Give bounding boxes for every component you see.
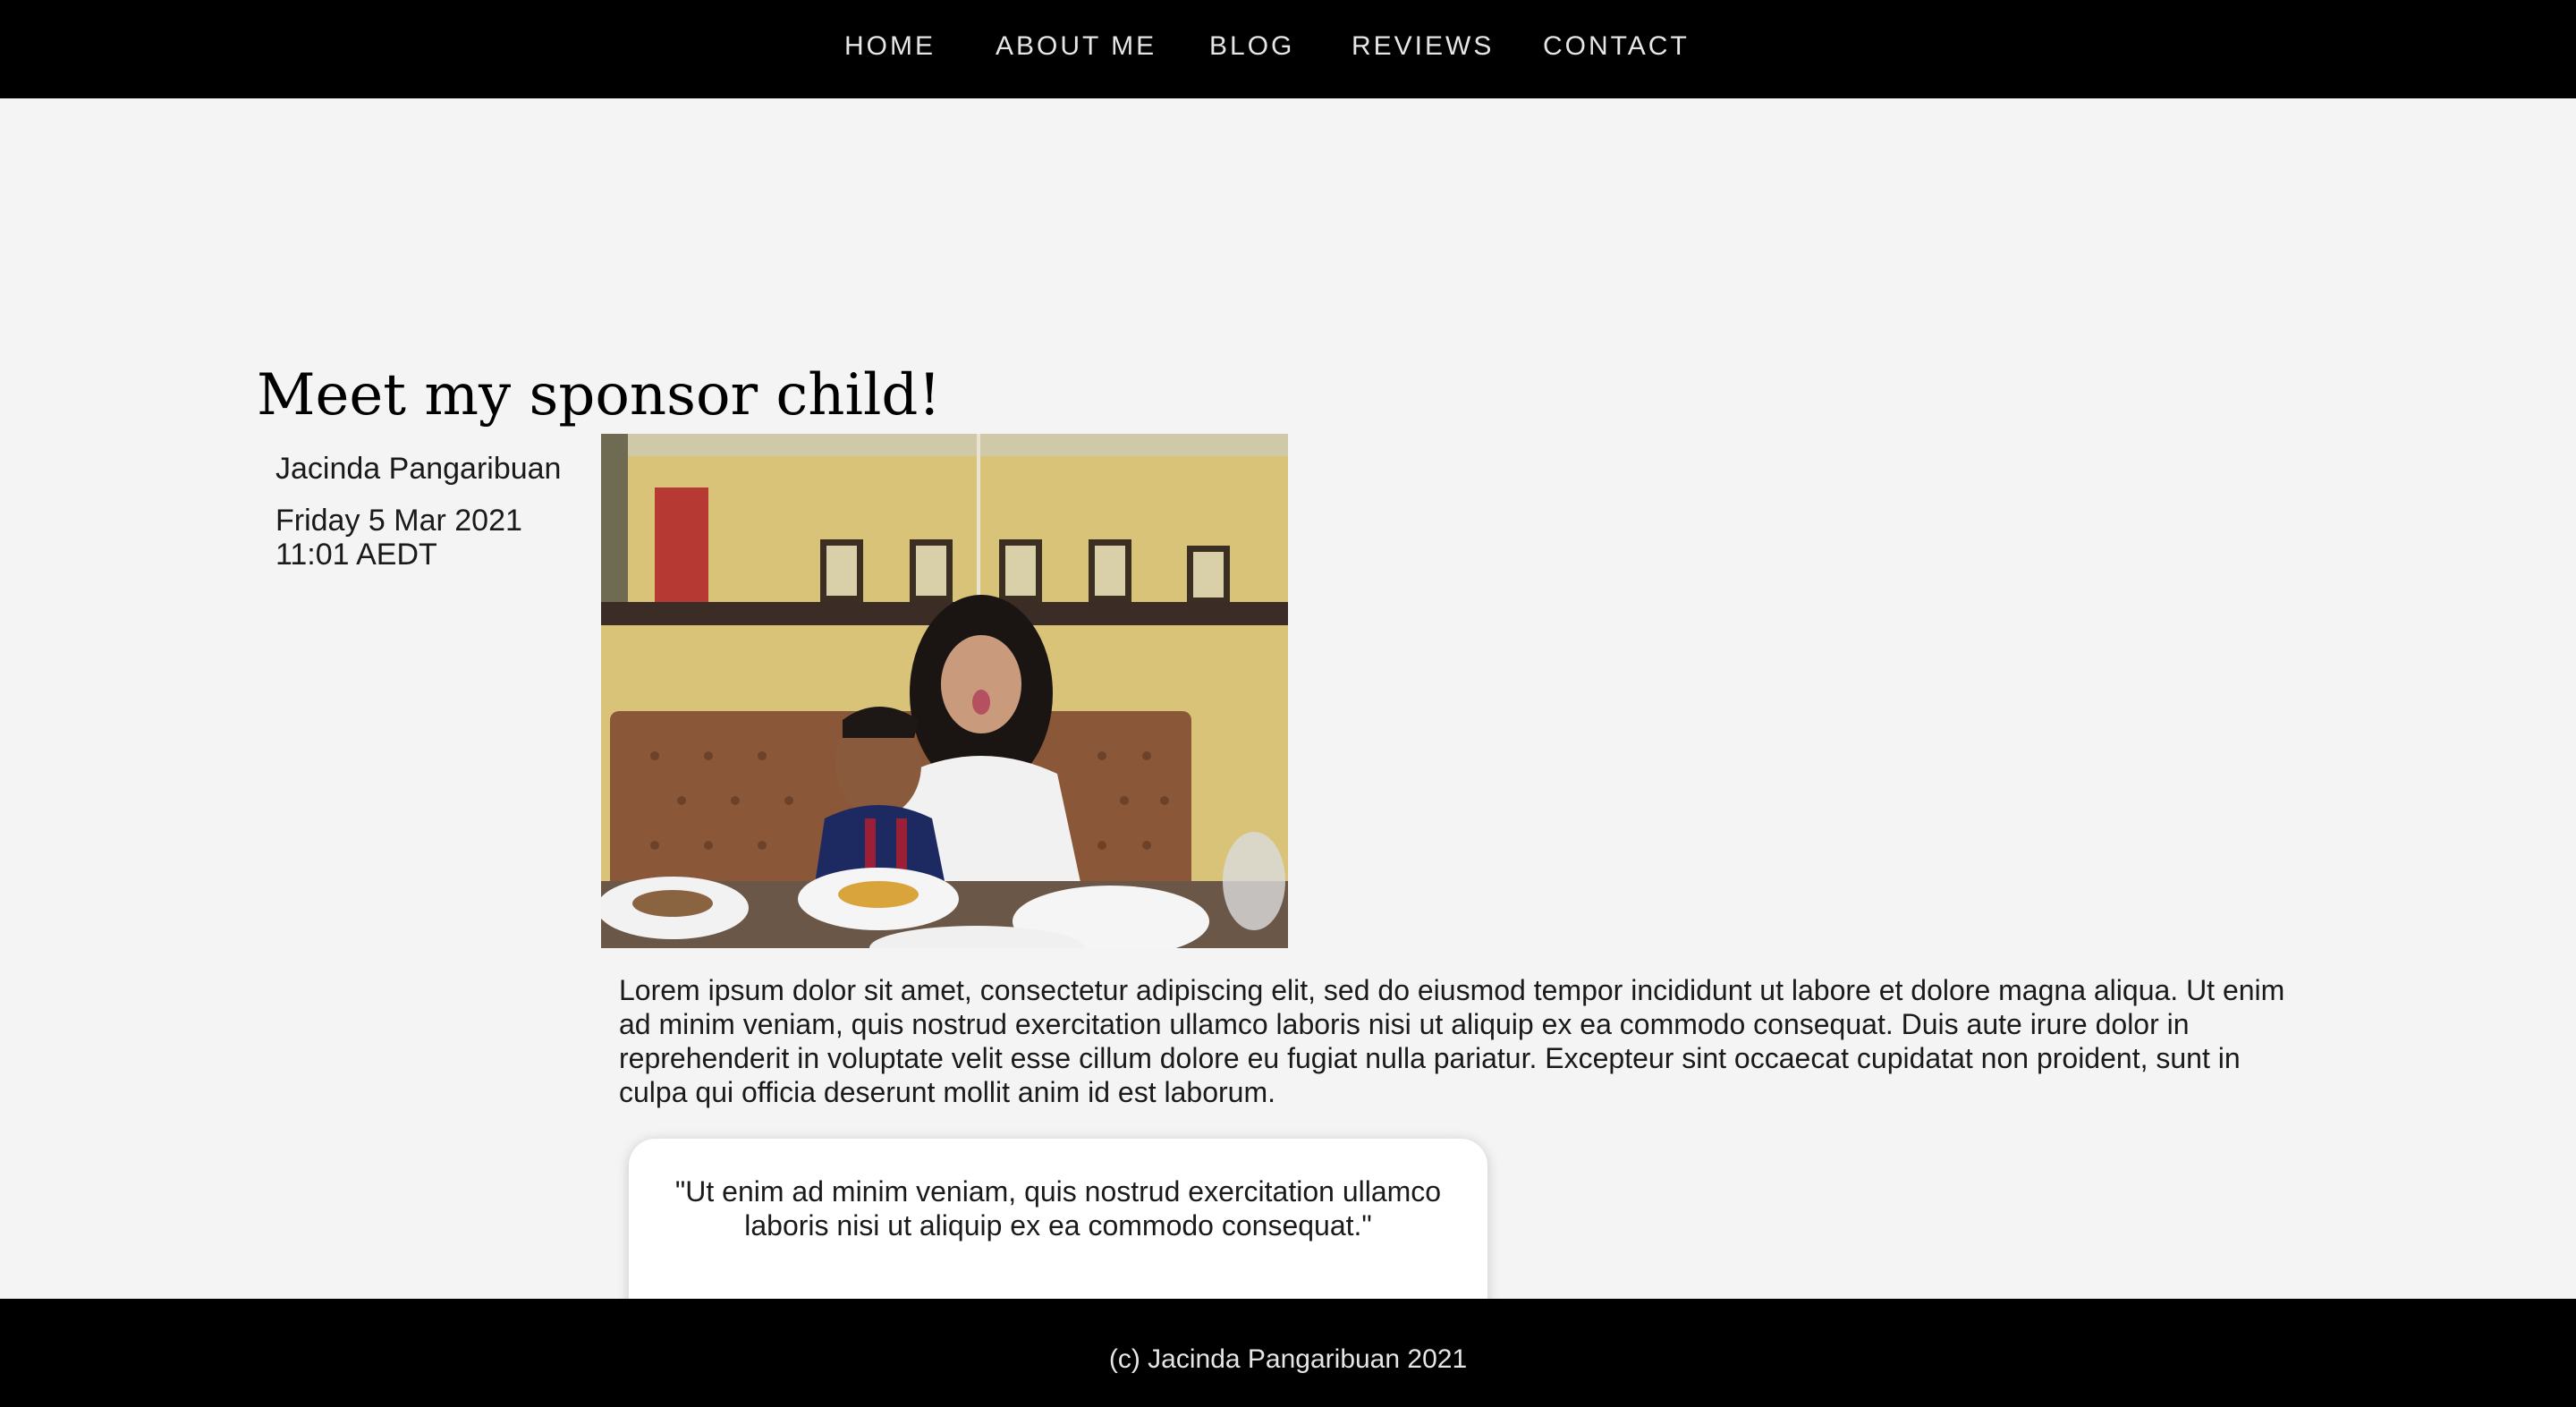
footer-copyright: (c) Jacinda Pangaribuan 2021 <box>1108 1344 1468 1374</box>
post-photo <box>601 434 1288 948</box>
post-author: Jacinda Pangaribuan <box>275 452 562 486</box>
nav-home-link[interactable]: HOME <box>844 30 936 63</box>
post-title: Meet my sponsor child! <box>257 362 942 428</box>
nav-blog-link[interactable]: BLOG <box>1209 30 1294 63</box>
footer: (c) Jacinda Pangaribuan 2021 <box>0 1299 2576 1407</box>
nav-contact-link[interactable]: CONTACT <box>1543 30 1690 63</box>
nav-reviews-link[interactable]: REVIEWS <box>1352 30 1494 63</box>
post-body: Lorem ipsum dolor sit amet, consectetur … <box>619 974 2285 1108</box>
nav-about-me-link[interactable]: ABOUT ME <box>996 30 1157 63</box>
quote-text: "Ut enim ad minim veniam, quis nostrud e… <box>674 1175 1442 1242</box>
top-navigation: HOME ABOUT ME BLOG REVIEWS CONTACT <box>0 0 2576 98</box>
post-date: Friday 5 Mar 2021 11:01 AEDT <box>275 504 522 572</box>
